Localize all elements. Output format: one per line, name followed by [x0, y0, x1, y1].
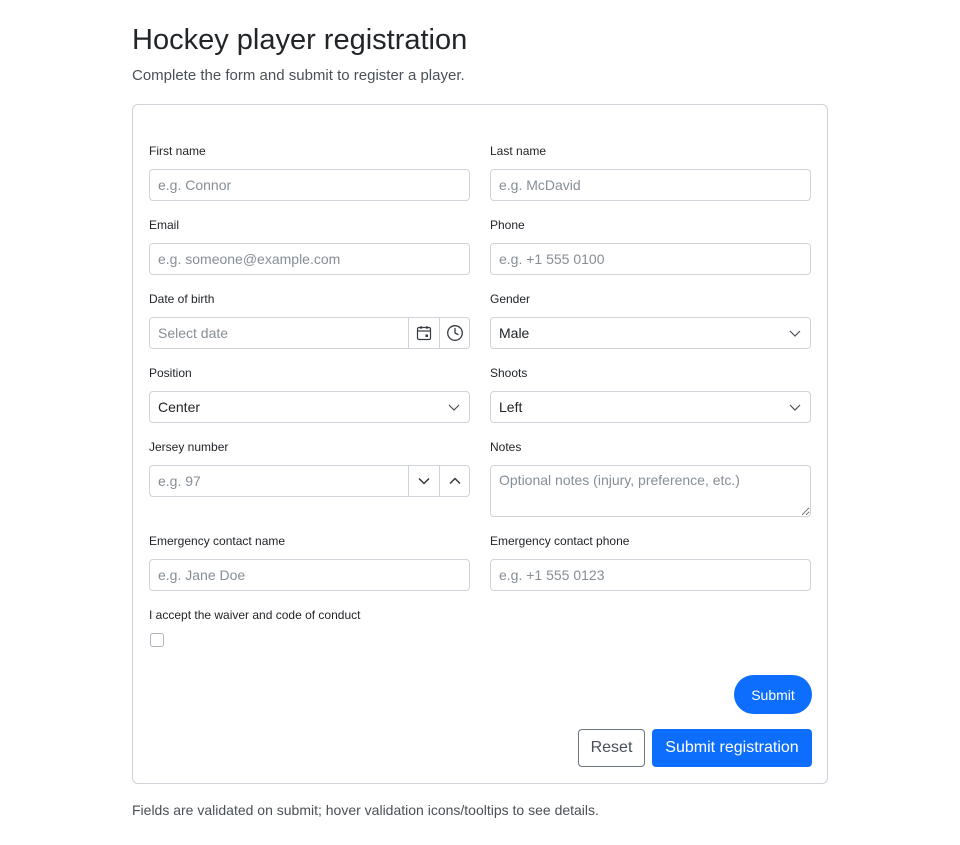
position-field: Position Center — [149, 365, 470, 423]
emergency-phone-label: Emergency contact phone — [490, 534, 630, 548]
email-input[interactable] — [149, 243, 470, 275]
email-label: Email — [149, 218, 180, 232]
chevron-down-icon — [418, 477, 430, 485]
jersey-increment-button[interactable] — [439, 466, 469, 496]
first-name-input[interactable] — [149, 169, 470, 201]
clock-icon — [446, 325, 463, 341]
registration-form: First name Last name Email Phone Date of… — [132, 104, 828, 784]
shoots-label: Shoots — [490, 366, 528, 380]
jersey-number-label: Jersey number — [149, 440, 229, 454]
phone-input[interactable] — [490, 243, 811, 275]
page-subtitle: Complete the form and submit to register… — [132, 67, 465, 84]
first-name-label: First name — [149, 144, 206, 158]
emergency-name-field: Emergency contact name — [149, 533, 470, 591]
waiver-field: I accept the waiver and code of conduct — [149, 607, 470, 633]
position-value: Center — [158, 399, 201, 415]
date-of-birth-input[interactable] — [150, 318, 408, 348]
submit-button[interactable]: Submit — [734, 675, 812, 714]
date-of-birth-label: Date of birth — [149, 292, 215, 306]
shoots-select[interactable]: Left — [490, 391, 811, 423]
notes-label: Notes — [490, 440, 522, 454]
jersey-number-group — [149, 465, 470, 497]
position-label: Position — [149, 366, 192, 380]
last-name-field: Last name — [490, 143, 811, 201]
date-of-birth-group — [149, 317, 470, 349]
page-title: Hockey player registration — [132, 24, 468, 56]
notes-textarea[interactable] — [490, 465, 811, 517]
emergency-phone-field: Emergency contact phone — [490, 533, 811, 591]
jersey-decrement-button[interactable] — [408, 466, 439, 496]
emergency-name-input[interactable] — [149, 559, 470, 591]
shoots-value: Left — [499, 399, 523, 415]
chevron-down-icon — [789, 404, 801, 411]
date-of-birth-field: Date of birth — [149, 291, 470, 349]
calendar-button[interactable] — [408, 318, 439, 348]
waiver-checkbox[interactable] — [150, 633, 164, 647]
last-name-label: Last name — [490, 144, 547, 158]
jersey-number-input[interactable] — [150, 466, 408, 496]
validation-note: Fields are validated on submit; hover va… — [132, 802, 599, 818]
emergency-name-label: Emergency contact name — [149, 534, 286, 548]
shoots-field: Shoots Left — [490, 365, 811, 423]
chevron-down-icon — [448, 404, 460, 411]
reset-button[interactable]: Reset — [578, 729, 645, 767]
chevron-up-icon — [448, 477, 461, 485]
notes-field: Notes — [490, 439, 811, 517]
chevron-down-icon — [789, 330, 801, 337]
first-name-field: First name — [149, 143, 470, 201]
calendar-icon — [416, 326, 432, 341]
phone-label: Phone — [490, 218, 525, 232]
last-name-input[interactable] — [490, 169, 811, 201]
phone-field: Phone — [490, 217, 811, 275]
emergency-phone-input[interactable] — [490, 559, 811, 591]
email-field: Email — [149, 217, 470, 275]
gender-value: Male — [499, 325, 530, 341]
submit-registration-button[interactable]: Submit registration — [652, 729, 812, 767]
gender-select[interactable]: Male — [490, 317, 811, 349]
position-select[interactable]: Center — [149, 391, 470, 423]
time-button[interactable] — [439, 318, 469, 348]
gender-label: Gender — [490, 292, 531, 306]
waiver-label: I accept the waiver and code of conduct — [149, 608, 361, 622]
gender-field: Gender Male — [490, 291, 811, 349]
jersey-number-field: Jersey number — [149, 439, 470, 497]
